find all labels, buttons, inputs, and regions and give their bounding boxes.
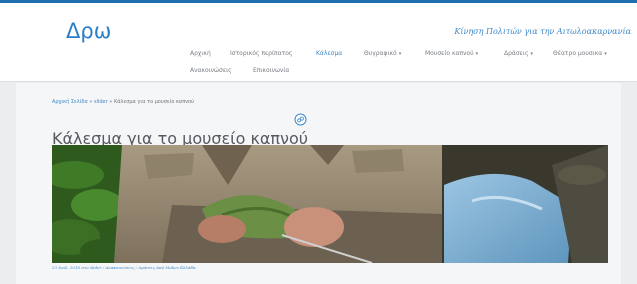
site-header: Δρω Κίνηση Πολιτών για την Αιτωλοακαρναν… — [0, 3, 637, 82]
category-link[interactable]: slider — [90, 265, 101, 270]
nav-item-contact[interactable]: Επικοινωνία — [253, 67, 289, 74]
breadcrumb: Αρχική Σελίδα » slider » Κάλεσμα για το … — [52, 99, 194, 105]
featured-photo — [52, 145, 608, 263]
breadcrumb-section-link[interactable]: slider — [94, 99, 108, 105]
nav-item-label: Θυγραφικό — [364, 50, 397, 57]
meta-in-label: στο — [81, 265, 89, 270]
featured-image[interactable] — [52, 145, 608, 263]
nav-item-label: Ανακοινώσεις — [190, 67, 232, 74]
nav-item-label: Επικοινωνία — [253, 67, 290, 74]
chevron-down-icon: ▾ — [475, 51, 479, 57]
breadcrumb-separator: » — [89, 99, 93, 105]
nav-item-label: Θέατρο μουσικα — [553, 50, 603, 57]
nav-item-label: Μουσείο καπνού — [425, 50, 474, 57]
nav-item-theatre-music[interactable]: Θέατρο μουσικα ▾ — [553, 50, 607, 57]
nav-item-call[interactable]: Κάλεσμα — [316, 50, 342, 57]
chevron-down-icon: ▾ — [604, 51, 607, 57]
category-link[interactable]: Ανακοινώσεις — [105, 265, 134, 270]
nav-item-historical-walk[interactable]: Ιστορικός περίπατος — [230, 50, 292, 57]
chevron-down-icon: ▾ — [530, 51, 533, 57]
meta-separator: / — [102, 265, 105, 270]
nav-item-label: Δράσεις — [504, 50, 529, 57]
main-navigation: Αρχική Ιστορικός περίπατος Κάλεσμα Θυγρα… — [0, 3, 637, 81]
category-link[interactable]: Δράσεις Από Makes Ελλάδα — [138, 265, 196, 270]
breadcrumb-home-link[interactable]: Αρχική Σελίδα — [52, 99, 88, 105]
breadcrumb-current: Κάλεσμα για το μουσείο καπνού — [113, 99, 194, 105]
chevron-down-icon: ▾ — [398, 51, 402, 57]
meta-separator: / — [135, 265, 137, 270]
nav-item-label: Αρχική — [190, 50, 211, 57]
nav-item-tobacco-museum[interactable]: Μουσείο καπνού ▾ — [425, 50, 478, 57]
nav-item-actions[interactable]: Δράσεις ▾ — [504, 50, 533, 57]
post-meta: 23 Ιουλ, 2016 στο slider / Ανακοινώσεις … — [52, 265, 196, 270]
link-icon[interactable] — [294, 113, 307, 126]
nav-item-label: Κάλεσμα — [316, 50, 343, 57]
nav-item-announcements[interactable]: Ανακοινώσεις — [190, 67, 232, 74]
nav-item-home[interactable]: Αρχική — [190, 50, 211, 57]
post-date: 23 Ιουλ, 2016 — [52, 265, 81, 270]
nav-item-thygrafiko[interactable]: Θυγραφικό ▾ — [364, 50, 401, 57]
breadcrumb-separator: » — [109, 99, 113, 105]
nav-item-label: Ιστορικός περίπατος — [230, 50, 293, 57]
